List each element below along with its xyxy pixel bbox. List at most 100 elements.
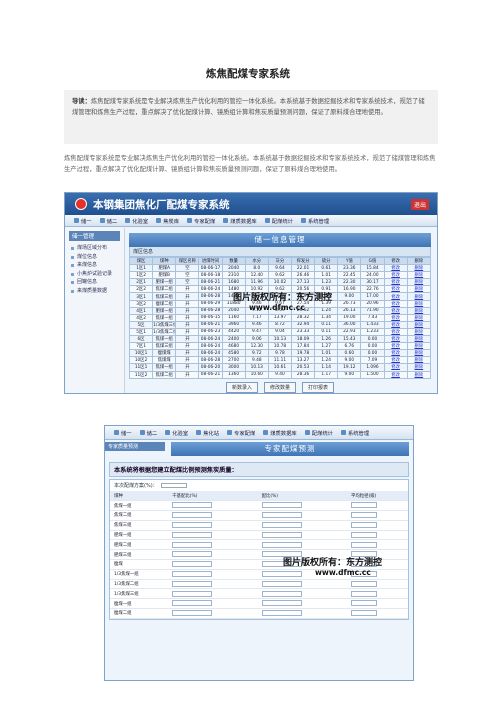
nav-item[interactable]: 系统管理 <box>338 429 372 437</box>
delete-link[interactable]: 删除 <box>406 356 432 365</box>
nav-item[interactable]: 化验室 <box>162 429 191 437</box>
nav-item[interactable]: 煤质数据库 <box>220 217 260 225</box>
table-cell: 36.00 <box>337 320 362 329</box>
edit-link[interactable]: 修改 <box>383 278 408 287</box>
edit-link[interactable]: 修改 <box>383 335 408 344</box>
value-input[interactable] <box>172 561 213 568</box>
edit-link[interactable]: 修改 <box>383 271 408 280</box>
delete-link[interactable]: 删除 <box>406 292 432 301</box>
edit-link[interactable]: 修改 <box>383 299 408 308</box>
edit-link[interactable]: 修改 <box>383 342 408 351</box>
nav-item[interactable]: 焦化站 <box>193 429 222 437</box>
value-input[interactable] <box>172 551 213 558</box>
delete-link[interactable]: 删除 <box>406 278 432 287</box>
delete-link[interactable]: 删除 <box>406 342 432 351</box>
delete-link[interactable]: 删除 <box>406 320 432 329</box>
value-input[interactable] <box>261 600 302 607</box>
delete-link[interactable]: 删除 <box>406 327 432 337</box>
value-input[interactable] <box>351 600 377 607</box>
nav-item[interactable]: 化验室 <box>122 217 151 225</box>
value-input[interactable] <box>261 571 302 578</box>
scheme-input[interactable] <box>160 483 187 488</box>
sidebar-item[interactable]: 来煤质量数据 <box>69 287 120 296</box>
nav-item[interactable]: 焦炭库 <box>153 217 182 225</box>
value-input[interactable] <box>351 580 377 587</box>
delete-link[interactable]: 删除 <box>406 306 432 315</box>
nav-item[interactable]: 储二 <box>97 217 121 225</box>
value-input[interactable] <box>261 590 302 597</box>
delete-link[interactable]: 删除 <box>406 285 432 294</box>
value-input[interactable] <box>351 512 377 519</box>
edit-link[interactable]: 修改 <box>383 349 408 358</box>
edit-link[interactable]: 修改 <box>383 363 408 372</box>
value-input[interactable] <box>351 610 377 617</box>
value-input[interactable] <box>351 502 377 509</box>
delete-link[interactable]: 删除 <box>406 335 432 344</box>
table-cell: 20.53 <box>290 363 316 372</box>
value-input[interactable] <box>172 580 213 587</box>
sidebar-item[interactable]: 小焦炉试验记录 <box>69 270 120 279</box>
value-input[interactable] <box>172 531 213 538</box>
delete-link[interactable]: 删除 <box>406 349 432 358</box>
sidebar-item[interactable]: 煤位信息 <box>69 253 120 262</box>
nav-item[interactable]: 储一 <box>111 429 135 437</box>
nav-item[interactable]: 储二 <box>137 429 161 437</box>
sidebar-item[interactable]: 回罐信息 <box>69 278 120 287</box>
nav-item[interactable]: 专家配煤 <box>224 429 258 437</box>
value-input[interactable] <box>261 580 302 587</box>
value-input[interactable] <box>261 610 302 617</box>
value-input[interactable] <box>172 522 213 529</box>
nav-item[interactable]: 专家配煤 <box>184 217 218 225</box>
edit-link[interactable]: 修改 <box>383 313 408 322</box>
action-button[interactable]: 新数录入 <box>225 381 258 393</box>
value-input[interactable] <box>261 522 302 529</box>
edit-link[interactable]: 修改 <box>383 327 408 337</box>
exit-button[interactable]: 退出 <box>410 199 429 210</box>
delete-link[interactable]: 删除 <box>406 299 432 308</box>
sidebar-header[interactable]: 专家质量预测 <box>105 442 165 451</box>
value-input[interactable] <box>172 502 213 509</box>
delete-link[interactable]: 删除 <box>406 363 432 372</box>
table-cell: 2区2 <box>128 285 154 294</box>
value-input[interactable] <box>172 610 213 617</box>
value-input[interactable] <box>351 531 377 538</box>
delete-link[interactable]: 删除 <box>406 271 432 280</box>
value-input[interactable] <box>261 541 302 548</box>
sidebar-header[interactable]: 储一管理 <box>69 231 120 241</box>
sidebar-item[interactable]: 煤场区域分布 <box>69 244 120 253</box>
value-input[interactable] <box>261 531 302 538</box>
value-input[interactable] <box>351 522 377 529</box>
sidebar-item[interactable]: 来煤信息 <box>69 261 120 270</box>
value-input[interactable] <box>172 541 213 548</box>
edit-link[interactable]: 修改 <box>383 264 408 273</box>
column-header: G值 <box>360 256 385 266</box>
value-input[interactable] <box>172 590 213 597</box>
delete-link[interactable]: 删除 <box>406 370 432 379</box>
nav-item[interactable]: 系统管理 <box>298 217 332 225</box>
value-input[interactable] <box>261 502 302 509</box>
edit-link[interactable]: 修改 <box>383 306 408 315</box>
edit-link[interactable]: 修改 <box>383 320 408 329</box>
delete-link[interactable]: 删除 <box>406 264 432 273</box>
input-cell <box>347 539 408 551</box>
value-input[interactable] <box>351 590 377 597</box>
delete-link[interactable]: 删除 <box>406 313 432 322</box>
value-input[interactable] <box>172 571 213 578</box>
nav-item[interactable]: 配煤统计 <box>302 429 336 437</box>
nav-item[interactable]: 配煤统计 <box>262 217 296 225</box>
edit-link[interactable]: 修改 <box>383 356 408 365</box>
nav-icon <box>125 218 131 223</box>
table-cell: 10.02 <box>267 278 292 287</box>
action-button[interactable]: 打印报表 <box>302 381 335 393</box>
action-button[interactable]: 修改数量 <box>263 381 296 393</box>
nav-item[interactable]: 储一 <box>71 217 95 225</box>
edit-link[interactable]: 修改 <box>383 285 408 294</box>
value-input[interactable] <box>351 541 377 548</box>
value-input[interactable] <box>261 512 302 519</box>
value-input[interactable] <box>172 600 213 607</box>
nav-item[interactable]: 煤质数据库 <box>260 429 300 437</box>
table-cell: 3000 <box>221 363 246 372</box>
edit-link[interactable]: 修改 <box>383 292 408 301</box>
value-input[interactable] <box>172 512 213 519</box>
edit-link[interactable]: 修改 <box>383 370 408 379</box>
